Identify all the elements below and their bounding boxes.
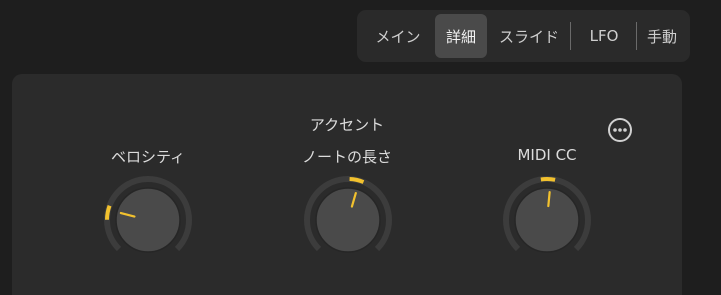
knob-body: [115, 187, 181, 253]
note-length-knob[interactable]: [298, 170, 398, 270]
tab-manual[interactable]: 手動: [638, 14, 686, 58]
tab-main[interactable]: メイン: [363, 14, 433, 58]
knob-pointer: [547, 191, 551, 208]
knob-body: [315, 187, 381, 253]
more-options-button[interactable]: [607, 117, 633, 143]
midi-cc-label: MIDI CC: [517, 146, 577, 164]
knob-body: [514, 187, 580, 253]
tab-bar: メイン 詳細 スライド LFO 手動: [357, 10, 690, 62]
tab-separator: [636, 22, 637, 50]
velocity-label: ベロシティ: [110, 148, 186, 166]
midi-cc-knob[interactable]: [497, 170, 597, 270]
velocity-knob[interactable]: [98, 170, 198, 270]
tab-lfo[interactable]: LFO: [573, 14, 635, 58]
tab-separator: [570, 22, 571, 50]
tab-details[interactable]: 詳細: [435, 14, 487, 58]
tab-slide[interactable]: スライド: [491, 14, 567, 58]
note-length-label: ノートの長さ: [301, 148, 392, 166]
accent-group-label: アクセント: [309, 116, 385, 134]
knob-value-arc: [540, 177, 556, 182]
ellipsis-circle-icon: [608, 118, 632, 142]
